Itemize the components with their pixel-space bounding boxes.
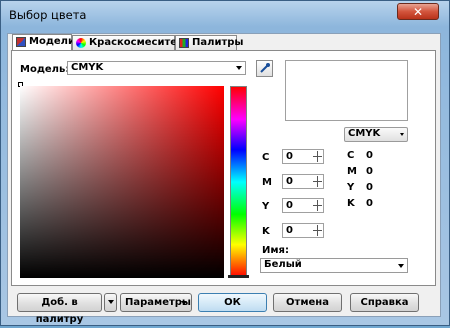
- tab-palettes[interactable]: Палитры: [175, 35, 243, 50]
- m-input-value: 0: [286, 176, 293, 187]
- tab-models-label: Модели: [29, 36, 76, 47]
- k-input[interactable]: 0: [282, 223, 324, 238]
- name-label: Имя:: [262, 245, 289, 256]
- add-to-palette-label: Доб. в палитру: [35, 297, 84, 325]
- m-input[interactable]: 0: [282, 174, 324, 189]
- color-model-dropdown-value: CMYK: [348, 128, 381, 139]
- close-button[interactable]: ✕: [397, 3, 439, 20]
- readout-y-label: Y: [347, 182, 355, 193]
- cancel-label: Отмена: [286, 297, 329, 308]
- hue-slider[interactable]: [230, 86, 247, 278]
- ok-button[interactable]: ОК: [198, 293, 267, 312]
- palettes-icon: [179, 38, 189, 48]
- readout-c-label: C: [347, 150, 355, 161]
- chevron-down-icon: [181, 301, 187, 305]
- y-input[interactable]: 0: [282, 198, 324, 213]
- c-input[interactable]: 0: [282, 149, 324, 164]
- readout-y-value: 0: [366, 182, 373, 193]
- ok-label: ОК: [224, 297, 241, 308]
- model-label: Модель:: [20, 64, 70, 75]
- model-select[interactable]: CMYK: [67, 61, 246, 75]
- readout-k-label: K: [347, 198, 355, 209]
- hue-slider-handle[interactable]: [228, 275, 249, 278]
- cancel-button[interactable]: Отмена: [273, 293, 342, 312]
- models-icon: [16, 37, 26, 47]
- k-input-value: 0: [286, 225, 293, 236]
- k-spinner[interactable]: [313, 225, 322, 236]
- c-label: C: [262, 152, 270, 163]
- chevron-down-icon: [400, 133, 404, 136]
- help-label: Справка: [360, 297, 409, 308]
- tab-palettes-label: Палитры: [192, 37, 244, 48]
- parameters-button[interactable]: Параметры: [120, 293, 192, 312]
- add-to-palette-button[interactable]: Доб. в палитру: [17, 293, 102, 325]
- close-icon: ✕: [412, 4, 424, 19]
- y-input-value: 0: [286, 200, 293, 211]
- chevron-down-icon: [107, 300, 114, 304]
- readout-k-value: 0: [366, 198, 373, 209]
- readout-m-label: M: [347, 166, 357, 177]
- model-select-value: CMYK: [71, 62, 104, 73]
- y-label: Y: [262, 201, 270, 212]
- tab-models[interactable]: Модели: [12, 34, 76, 51]
- m-label: M: [262, 177, 272, 188]
- window-title: Выбор цвета: [9, 8, 87, 22]
- color-preview: [285, 60, 408, 121]
- help-button[interactable]: Справка: [350, 293, 419, 312]
- chevron-down-icon: [398, 264, 404, 268]
- eyedropper-button[interactable]: [256, 60, 273, 77]
- eyedropper-icon: [260, 63, 270, 73]
- color-field[interactable]: [20, 86, 224, 278]
- tab-mixers[interactable]: Краскосмесители: [72, 35, 191, 50]
- name-select[interactable]: Белый: [260, 258, 408, 273]
- name-select-value: Белый: [264, 259, 302, 270]
- m-spinner[interactable]: [313, 176, 322, 187]
- add-to-palette-dropdown[interactable]: [104, 293, 117, 312]
- mixers-icon: [76, 38, 86, 48]
- k-label: K: [262, 226, 270, 237]
- readout-m-value: 0: [366, 166, 373, 177]
- readout-c-value: 0: [366, 150, 373, 161]
- y-spinner[interactable]: [313, 200, 322, 211]
- c-spinner[interactable]: [313, 151, 322, 162]
- c-input-value: 0: [286, 151, 293, 162]
- chevron-down-icon: [236, 66, 242, 70]
- color-model-dropdown[interactable]: CMYK: [344, 127, 408, 142]
